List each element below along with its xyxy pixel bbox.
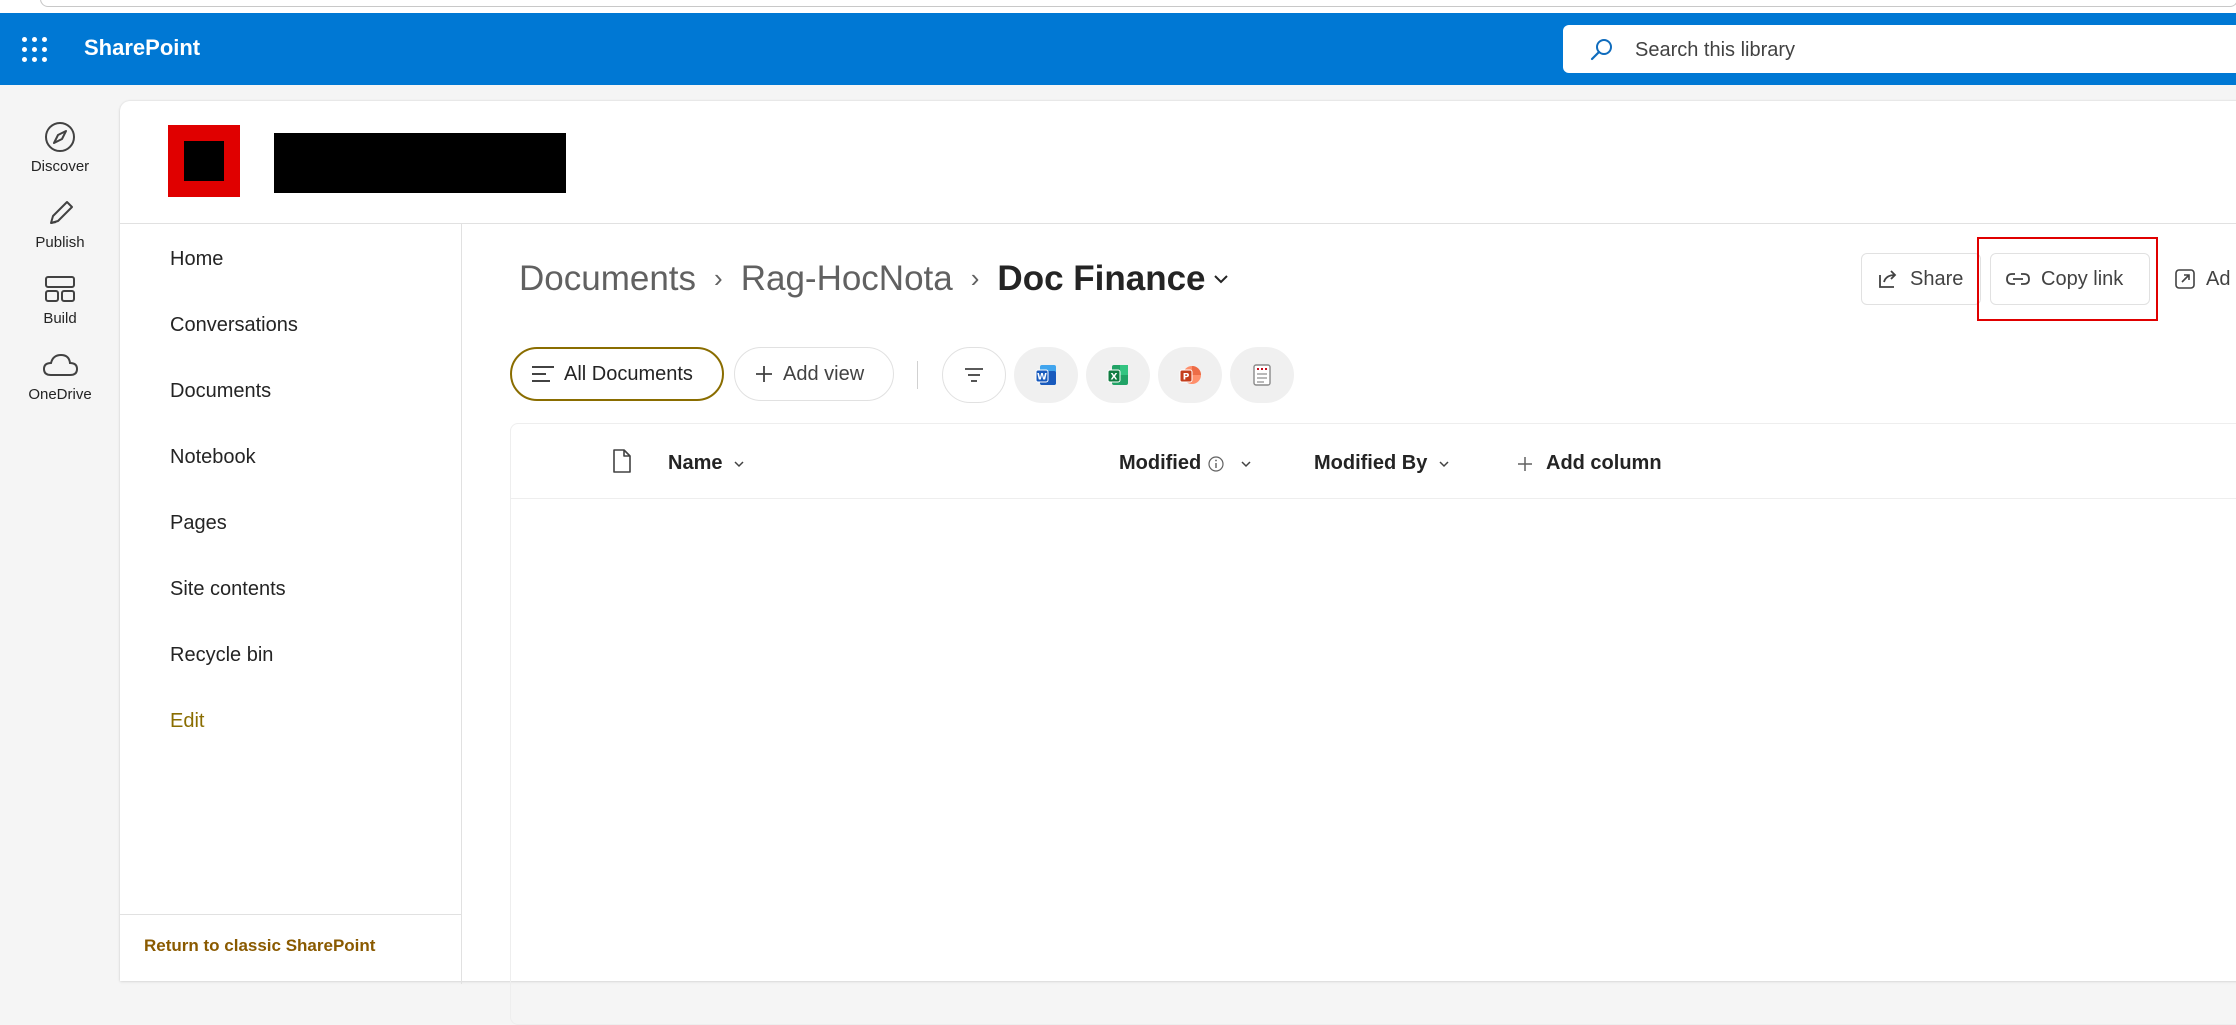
share-icon (1879, 270, 1897, 288)
column-modified-by[interactable]: Modified By (1314, 452, 1451, 475)
column-name[interactable]: Name (668, 452, 746, 475)
view-label: All Documents (564, 362, 693, 385)
add-view-button[interactable]: Add view (734, 347, 894, 401)
toolbar-divider (917, 361, 918, 389)
share-button[interactable]: Share (1861, 253, 1981, 305)
svg-text:X: X (1111, 373, 1118, 383)
column-modified-by-label: Modified By (1314, 452, 1428, 474)
app-bar: Discover Publish Build OneDrive (0, 85, 120, 967)
document-icon (613, 449, 631, 473)
nav-item-home[interactable]: Home (170, 248, 223, 271)
add-shortcut-button[interactable]: Ad (2160, 253, 2236, 305)
add-shortcut-label: Ad (2206, 267, 2231, 290)
rail-discover[interactable]: Discover (0, 120, 120, 175)
breadcrumb: Documents › Rag-HocNota › Doc Finance (519, 257, 1230, 299)
rail-publish[interactable]: Publish (0, 196, 120, 251)
rail-label: Publish (35, 234, 85, 251)
rail-onedrive[interactable]: OneDrive (0, 348, 120, 403)
filter-button[interactable] (942, 347, 1006, 403)
search-box[interactable] (1563, 25, 2236, 73)
nav-item-conversations[interactable]: Conversations (170, 314, 298, 337)
rail-label: Build (43, 310, 77, 327)
word-icon: W (1035, 365, 1056, 385)
breadcrumb-item-documents[interactable]: Documents (519, 259, 696, 298)
chevron-down-icon (734, 460, 745, 467)
forms-icon (1253, 364, 1271, 386)
sharepoint-brand[interactable]: SharePoint (84, 35, 200, 61)
rail-build[interactable]: Build (0, 272, 120, 327)
chevron-down-icon (1241, 460, 1251, 467)
chevron-down-icon (1439, 460, 1449, 467)
share-label: Share (1910, 267, 1964, 290)
site-logo[interactable] (168, 125, 240, 197)
excel-icon: X (1107, 365, 1128, 385)
nav-item-site-contents[interactable]: Site contents (170, 578, 286, 601)
document-list: Name Modified Modified By Add column (510, 423, 2236, 1025)
column-name-label: Name (668, 452, 723, 474)
compass-icon (45, 122, 75, 152)
site-header (120, 101, 2236, 224)
pen-icon (50, 201, 73, 224)
breadcrumb-separator: › (714, 263, 723, 294)
list-view-icon (532, 366, 554, 382)
header-divider (511, 498, 2236, 499)
site-page: Home Conversations Documents Notebook Pa… (120, 101, 2236, 1025)
info-icon[interactable] (1207, 455, 1225, 473)
filter-icon (965, 368, 983, 382)
powerpoint-icon: P (1179, 366, 1201, 384)
cloud-icon (42, 353, 79, 376)
column-modified[interactable]: Modified (1119, 452, 1253, 475)
return-to-classic-link[interactable]: Return to classic SharePoint (144, 936, 375, 956)
search-input[interactable] (1633, 33, 2157, 67)
plus-icon (1518, 456, 1532, 471)
view-all-documents[interactable]: All Documents (510, 347, 724, 401)
add-view-label: Add view (783, 362, 865, 385)
browser-top-edge (0, 0, 2236, 13)
breadcrumb-item-folder[interactable]: Rag-HocNota (741, 259, 953, 298)
nav-item-notebook[interactable]: Notebook (170, 446, 256, 469)
site-title-redacted (274, 133, 566, 193)
breadcrumb-current[interactable]: Doc Finance (997, 259, 1205, 298)
open-external-icon (2175, 269, 2195, 289)
highlight-annotation (1977, 237, 2158, 321)
add-column-button[interactable]: Add column (1516, 452, 1662, 475)
new-forms-doc-button[interactable] (1230, 347, 1294, 403)
nav-item-pages[interactable]: Pages (170, 512, 227, 535)
nav-item-recycle-bin[interactable]: Recycle bin (170, 644, 273, 667)
file-type-column[interactable] (611, 448, 633, 474)
add-column-label: Add column (1546, 452, 1662, 474)
new-word-doc-button[interactable]: W (1014, 347, 1078, 403)
left-navigation: Home Conversations Documents Notebook Pa… (120, 224, 462, 984)
rail-label: OneDrive (28, 386, 92, 403)
nav-item-documents[interactable]: Documents (170, 380, 271, 403)
column-modified-label: Modified (1119, 452, 1202, 474)
nav-edit-link[interactable]: Edit (170, 710, 204, 733)
app-launcher-icon[interactable] (22, 37, 48, 63)
rail-label: Discover (30, 158, 90, 175)
nav-divider (120, 914, 461, 915)
svg-text:W: W (1037, 373, 1047, 383)
svg-text:P: P (1183, 373, 1190, 383)
new-powerpoint-doc-button[interactable]: P (1158, 347, 1222, 403)
layout-icon (45, 276, 75, 302)
chevron-down-icon[interactable] (1212, 272, 1230, 286)
search-icon (1590, 39, 1612, 61)
suite-bar: SharePoint (0, 13, 2236, 85)
breadcrumb-separator: › (970, 263, 980, 294)
new-excel-doc-button[interactable]: X (1086, 347, 1150, 403)
plus-icon (756, 366, 772, 382)
